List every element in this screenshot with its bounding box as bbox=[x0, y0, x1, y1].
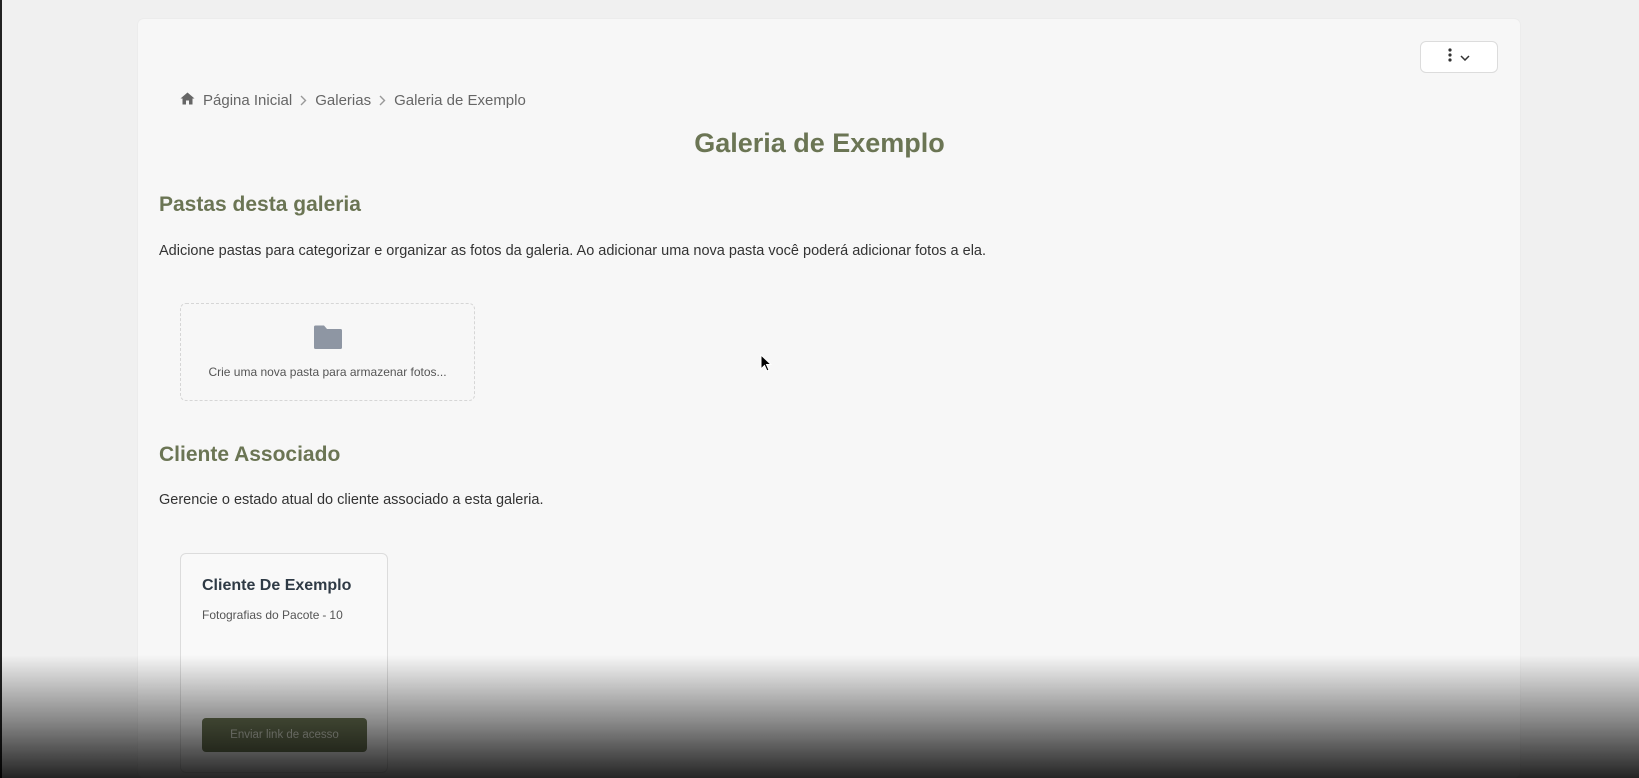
package-label: Fotografias do Pacote bbox=[202, 608, 320, 622]
chevron-right-icon bbox=[379, 95, 386, 106]
page-title: Galeria de Exemplo bbox=[694, 128, 945, 158]
options-menu-button[interactable] bbox=[1420, 41, 1498, 73]
folder-icon bbox=[312, 325, 344, 355]
vertical-dots-icon bbox=[1448, 47, 1452, 67]
chevron-right-icon bbox=[300, 95, 307, 106]
client-card: Cliente De Exemplo Fotografias do Pacote… bbox=[180, 553, 388, 773]
send-access-link-button[interactable]: Enviar link de acesso bbox=[202, 718, 367, 752]
client-package-info: Fotografias do Pacote -10 bbox=[202, 608, 343, 622]
client-name: Cliente De Exemplo bbox=[202, 577, 352, 594]
chevron-down-icon bbox=[1460, 48, 1470, 66]
window-left-edge bbox=[0, 0, 2, 778]
client-section-title: Cliente Associado bbox=[159, 443, 341, 466]
new-folder-card[interactable]: Crie uma nova pasta para armazenar fotos… bbox=[180, 303, 475, 401]
breadcrumb: Página Inicial Galerias Galeria de Exemp… bbox=[180, 92, 526, 109]
folders-section-title: Pastas desta galeria bbox=[159, 193, 361, 216]
home-icon[interactable] bbox=[180, 92, 195, 109]
breadcrumb-home-link[interactable]: Página Inicial bbox=[203, 92, 292, 109]
package-count: 10 bbox=[329, 608, 343, 622]
breadcrumb-current: Galeria de Exemplo bbox=[394, 92, 526, 109]
new-folder-text: Crie uma nova pasta para armazenar fotos… bbox=[208, 365, 447, 379]
package-separator: - bbox=[322, 608, 327, 622]
folders-section-description: Adicione pastas para categorizar e organ… bbox=[159, 243, 987, 259]
breadcrumb-galleries-link[interactable]: Galerias bbox=[315, 92, 371, 109]
client-section-description: Gerencie o estado atual do cliente assoc… bbox=[159, 492, 544, 508]
mouse-pointer-icon bbox=[760, 353, 773, 377]
